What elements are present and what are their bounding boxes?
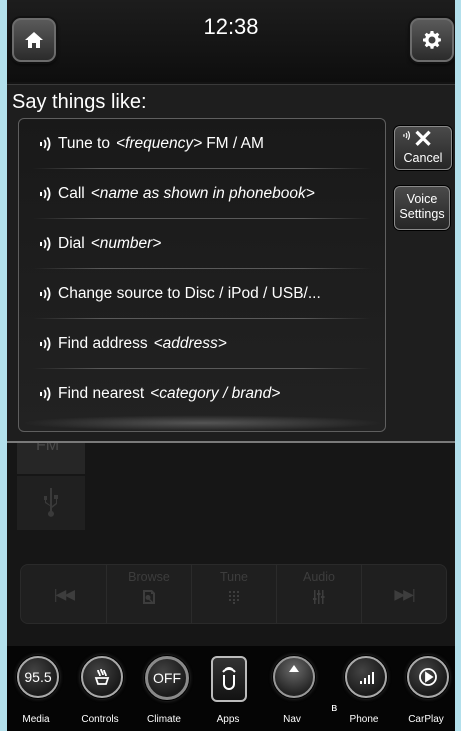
overlay-title: Say things like:: [12, 91, 147, 113]
command-argument: <number>: [90, 235, 162, 252]
audio-button[interactable]: Audio: [277, 565, 362, 623]
command-argument: <frequency>: [116, 135, 203, 152]
seek-forward-button[interactable]: ▶▶|: [362, 565, 446, 623]
cancel-label: Cancel: [403, 151, 443, 165]
voice-command-item[interactable]: Call <name as shown in phonebook>: [19, 169, 385, 219]
voice-settings-button[interactable]: Voice Settings: [394, 186, 450, 230]
seek-back-icon: |◀◀: [53, 586, 75, 602]
voice-icon: [40, 237, 51, 251]
voice-command-item[interactable]: Find address <address>: [19, 319, 385, 369]
command-argument: <address>: [153, 335, 227, 352]
usb-icon: [44, 488, 58, 517]
dock-label: Media: [22, 714, 50, 725]
dock-controls-button[interactable]: Controls: [71, 650, 129, 730]
command-label: Find address: [58, 335, 148, 352]
command-label: Tune to: [58, 135, 110, 152]
voice-settings-label-line1: Voice: [406, 192, 438, 206]
voice-command-item[interactable]: Dial <number>: [19, 219, 385, 269]
dock-phone-button[interactable]: Phone: [335, 650, 393, 730]
scroll-indicator: [19, 415, 385, 431]
tune-button[interactable]: Tune: [192, 565, 277, 623]
voice-icon: [40, 287, 51, 301]
clock: 12:38: [203, 14, 259, 39]
voice-command-item[interactable]: Find nearest <category / brand>: [19, 369, 385, 419]
audio-label: Audio: [303, 570, 335, 584]
command-label: Dial: [58, 235, 85, 252]
carplay-icon-circle: [407, 656, 449, 698]
apps-icon: [222, 667, 236, 690]
climate-off-indicator: OFF: [145, 656, 189, 700]
source-tab-usb[interactable]: [17, 476, 85, 530]
dock-media-button[interactable]: 95.5 Media: [7, 650, 65, 730]
keypad-icon: [229, 591, 239, 604]
command-label: Find nearest: [58, 385, 145, 402]
play-icon: [419, 668, 437, 686]
tune-label: Tune: [219, 570, 249, 584]
cancel-button[interactable]: ✕ Cancel: [394, 126, 452, 170]
head-unit-screen: 12:38 FM |◀◀ Browse Tune Audio ▶▶| Say t…: [7, 0, 455, 731]
signal-bars-icon: [360, 672, 374, 684]
seek-forward-icon: ▶▶|: [394, 586, 415, 602]
dock-label: CarPlay: [408, 714, 444, 725]
voice-command-item[interactable]: Change source to Disc / iPod / USB/...: [19, 269, 385, 319]
dock-label: Controls: [81, 714, 119, 725]
equalizer-icon: [313, 590, 325, 604]
band-tab-fm[interactable]: FM: [17, 438, 85, 474]
voice-icon: [40, 137, 51, 151]
browse-label: Browse: [128, 570, 170, 584]
browse-icon: [143, 590, 155, 604]
voice-command-list: Tune to <frequency> FM / AM Call <name a…: [18, 118, 386, 432]
voice-command-item[interactable]: Tune to <frequency> FM / AM: [19, 119, 385, 169]
dock-apps-button[interactable]: Apps: [199, 650, 257, 730]
dock-climate-button[interactable]: OFF Climate: [135, 650, 193, 730]
seat-heat-icon: [94, 668, 110, 685]
command-suffix: FM / AM: [206, 135, 264, 152]
voice-settings-label-line2: Settings: [399, 207, 445, 221]
voice-icon: [40, 387, 51, 401]
apps-icon-frame: [211, 656, 247, 702]
settings-button[interactable]: [410, 18, 454, 62]
dock-label: Apps: [216, 714, 240, 725]
gear-icon: [423, 31, 441, 49]
voice-icon: [403, 131, 411, 140]
command-label: Change source to Disc / iPod / USB/...: [58, 285, 321, 302]
phone-icon-circle: [345, 656, 387, 698]
voice-icon: [40, 337, 51, 351]
controls-icon-circle: [81, 656, 123, 698]
voice-icon: [40, 187, 51, 201]
dock-carplay-button[interactable]: CarPlay: [397, 650, 455, 730]
radio-background: FM |◀◀ Browse Tune Audio ▶▶|: [7, 438, 455, 646]
dock-label: Climate: [147, 714, 181, 725]
command-label: Call: [58, 185, 85, 202]
command-argument: <name as shown in phonebook>: [90, 185, 315, 202]
media-frequency-display: 95.5: [17, 656, 59, 698]
dock-nav-button[interactable]: Nav: [263, 650, 321, 730]
dock-label: Phone: [349, 714, 379, 725]
voice-command-overlay: Say things like: Tune to <frequency> FM …: [7, 84, 455, 443]
playback-control-bar: |◀◀ Browse Tune Audio ▶▶|: [20, 564, 447, 624]
browse-button[interactable]: Browse: [107, 565, 192, 623]
dock-label: Nav: [283, 714, 301, 725]
top-bar: 12:38: [7, 0, 455, 82]
nav-icon: [273, 656, 315, 698]
command-argument: <category / brand>: [150, 385, 281, 402]
bottom-dock: 95.5 Media Controls OFF Climate Apps Nav…: [7, 646, 455, 731]
seek-back-button[interactable]: |◀◀: [21, 565, 107, 623]
